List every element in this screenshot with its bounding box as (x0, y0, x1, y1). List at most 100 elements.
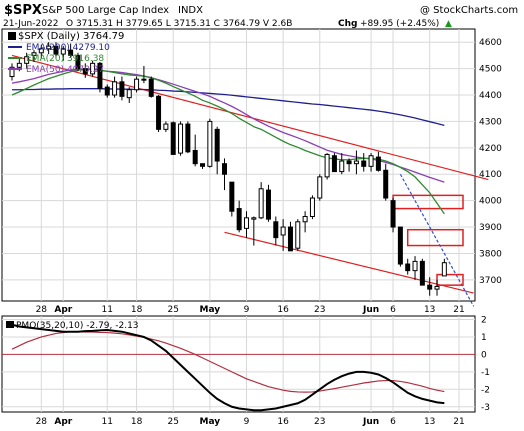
x-tick-label-bottom: 9 (244, 417, 250, 427)
pmo-tick-label: -2 (481, 385, 490, 395)
candle-up (434, 285, 440, 290)
x-tick-label-bottom: 6 (390, 417, 396, 427)
y-tick-label: 3800 (479, 249, 502, 259)
candle-up (112, 81, 118, 96)
x-tick-label-bottom: 18 (131, 417, 143, 427)
x-tick-label: 13 (424, 305, 435, 315)
pmo-tick-label: 0 (481, 350, 487, 360)
candle-down (192, 149, 198, 165)
candle-up (258, 188, 264, 219)
legend-ema20: EMA(20) 3916.38 (26, 54, 104, 64)
x-tick-label: 28 (36, 305, 48, 315)
candle-down (104, 86, 110, 96)
x-tick-label-bottom: 28 (36, 417, 48, 427)
x-tick-label: 18 (131, 305, 143, 315)
candle-down (346, 160, 352, 165)
x-tick-label: 23 (314, 305, 325, 315)
candle-down (427, 284, 433, 290)
stock-chart: $SPX S&P 500 Large Cap Index INDX @ Stoc… (1, 3, 518, 427)
x-tick-label: 16 (277, 305, 289, 315)
watermark: @ StockCharts.com (420, 5, 518, 16)
pmo-tick-label: -1 (481, 368, 490, 378)
candle-up (317, 176, 323, 199)
pmo-legend-swatch (6, 321, 14, 328)
price-y-axis: 3700 3800 3900 4000 4100 4200 4300 4400 4500 4600 (479, 38, 502, 286)
x-tick-label-bottom: 25 (167, 417, 178, 427)
candle-up (302, 215, 308, 223)
legend-ema200: EMA(200) 4279.10 (26, 43, 110, 53)
candle-up (309, 197, 315, 217)
x-tick-label: 21 (453, 305, 464, 315)
candle-down (419, 260, 425, 286)
candle-up (134, 78, 140, 91)
candle-down (361, 160, 367, 167)
x-tick-label: 25 (167, 305, 178, 315)
candle-down (375, 156, 381, 171)
candle-down (383, 169, 389, 199)
candle-up (339, 160, 345, 173)
y-tick-label: 4000 (479, 197, 502, 207)
candle-up (16, 62, 22, 68)
y-tick-label: 3700 (479, 276, 502, 286)
chg-value: +89.95 (+2.45%) (360, 19, 439, 29)
candle-down (148, 78, 154, 97)
candle-up (412, 260, 418, 272)
candle-down (200, 163, 206, 167)
candle-up (141, 78, 147, 81)
chg-label: Chg (338, 19, 357, 29)
x-tick-label-bottom: 13 (424, 417, 435, 427)
ticker: $SPX (4, 3, 42, 18)
candle-up (353, 160, 359, 165)
x-tick-label-bottom: 23 (314, 417, 325, 427)
x-tick-label: May (200, 305, 221, 315)
legend-price-swatch (8, 32, 16, 40)
candle-down (405, 263, 411, 272)
candle-up (441, 262, 447, 277)
pmo-tick-label: -3 (481, 403, 490, 413)
pmo-tick-label: 1 (481, 333, 487, 343)
x-tick-label-bottom: Apr (54, 417, 72, 427)
candle-down (222, 163, 228, 175)
date: 21-Jun-2022 (3, 19, 58, 29)
pmo-label: PMO(35,20,10) -2.79, -2.13 (16, 321, 139, 331)
x-tick-label-bottom: May (200, 417, 221, 427)
y-tick-label: 4400 (479, 91, 502, 101)
candle-down (214, 128, 220, 162)
candle-down (331, 155, 337, 173)
chg-arrow: ▲ (445, 19, 452, 29)
x-tick-label: 6 (390, 305, 396, 315)
x-tick-label: Jun (362, 305, 379, 315)
candle-up (163, 123, 169, 130)
x-axis-bottom: 28 Apr 11 18 25 May 9 16 23 Jun 6 13 21 (36, 417, 465, 427)
candle-down (265, 189, 271, 220)
candle-up (251, 217, 257, 220)
y-tick-label: 4300 (479, 117, 502, 127)
candle-down (236, 208, 242, 231)
x-tick-label-bottom: Jun (362, 417, 379, 427)
candle-up (368, 155, 374, 167)
legend-ema50: EMA(50) 4070.27 (26, 65, 104, 75)
pmo-y-axis: 2 1 0 -1 -2 -3 (481, 315, 490, 412)
y-tick-label: 4100 (479, 170, 502, 180)
candle-down (390, 200, 396, 228)
legend-price: $SPX (Daily) 3764.79 (18, 31, 124, 42)
y-tick-label: 4200 (479, 144, 502, 154)
candle-up (126, 89, 132, 99)
candle-up (243, 217, 249, 229)
candle-down (119, 81, 125, 97)
x-tick-label-bottom: 11 (102, 417, 113, 427)
candle-up (295, 221, 301, 249)
exchange: INDX (178, 5, 203, 16)
y-tick-label: 4600 (479, 38, 502, 48)
y-tick-label: 4500 (479, 65, 502, 75)
x-tick-label-bottom: 16 (277, 417, 289, 427)
ohlc-values: O 3715.31 H 3779.65 L 3715.31 C 3764.79 … (66, 19, 292, 29)
candle-up (324, 153, 330, 178)
pmo-tick-label: 2 (481, 315, 487, 325)
x-tick-label-bottom: 21 (453, 417, 464, 427)
x-tick-label: 11 (102, 305, 113, 315)
candle-down (156, 95, 162, 130)
x-tick-label: Apr (54, 305, 72, 315)
x-axis: 28 Apr 11 18 25 May 9 16 23 Jun 6 13 21 (36, 305, 465, 315)
index-name: S&P 500 Large Cap Index (42, 5, 169, 16)
